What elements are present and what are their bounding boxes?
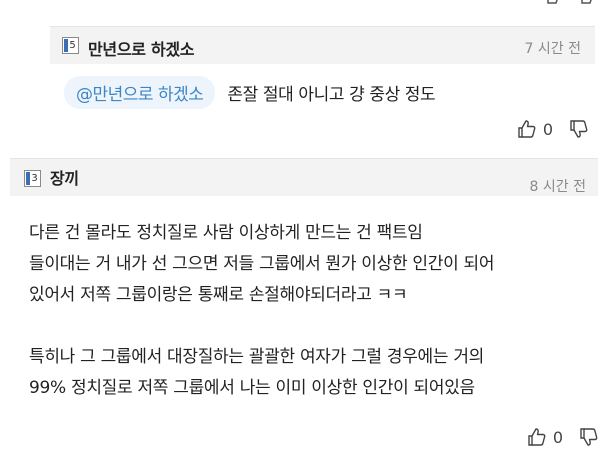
previous-comment-actions — [546, 0, 594, 6]
like-count: 0 — [542, 119, 553, 139]
comment-line-blank — [29, 311, 599, 342]
comment-line: 들이대는 거 내가 선 그으면 저들 그룹에서 뭔가 이상한 인간이 되어 — [29, 254, 495, 274]
mention-tag[interactable]: @만년으로 하겠소 — [64, 76, 216, 109]
thumbs-down-icon[interactable] — [569, 119, 589, 139]
reply-header: 5 만년으로 하겠소 7 시간 전 — [50, 26, 595, 64]
reply-body: @만년으로 하겠소 존잘 절대 아니고 걍 중상 정도 — [64, 76, 436, 109]
comment-body: 다른 건 몰라도 정치질로 사람 이상하게 만드는 건 팩트임 들이대는 거 내… — [29, 218, 599, 404]
reply-comment: 5 만년으로 하겠소 7 시간 전 @만년으로 하겠소 존잘 절대 아니고 걍 중… — [50, 0, 608, 153]
thumbs-up-icon[interactable] — [527, 427, 547, 447]
comment-author-name[interactable]: 장끼 — [50, 165, 79, 189]
comment-line: 특히나 그 그룹에서 대장질하는 괄괄한 여자가 그럴 경우에는 거의 — [29, 347, 485, 367]
reply-vote-bar: 0 — [517, 119, 589, 139]
comment-timestamp: 8 시간 전 — [529, 179, 586, 195]
user-level-badge: 5 — [62, 37, 79, 54]
comment-line: 다른 건 몰라도 정치질로 사람 이상하게 만드는 건 팩트임 — [29, 223, 423, 243]
comment-vote-bar: 0 — [527, 427, 599, 447]
reply-author-name[interactable]: 만년으로 하겠소 — [88, 36, 195, 60]
comment: 3 장끼 8 시간 전 다른 건 몰라도 정치질로 사람 이상하게 만드는 건 … — [10, 158, 608, 462]
comment-thread: 5 만년으로 하겠소 7 시간 전 @만년으로 하겠소 존잘 절대 아니고 걍 중… — [0, 0, 608, 462]
thumbs-up-icon[interactable] — [517, 119, 537, 139]
user-level-badge: 3 — [24, 170, 41, 187]
comment-line: 있어서 저쪽 그룹이랑은 통째로 손절해야되더라고 ㅋㅋ — [29, 285, 408, 305]
thumbs-down-icon[interactable] — [579, 427, 599, 447]
comment-header: 3 장끼 8 시간 전 — [10, 158, 598, 196]
cropped-vote-icons — [547, 0, 592, 4]
like-count: 0 — [552, 427, 563, 447]
reply-text: 존잘 절대 아니고 걍 중상 정도 — [227, 85, 436, 105]
comment-line: 99% 정치질로 저쪽 그룹에서 나는 이미 이상한 인간이 되어있음 — [29, 378, 475, 398]
reply-timestamp: 7 시간 전 — [524, 41, 581, 57]
